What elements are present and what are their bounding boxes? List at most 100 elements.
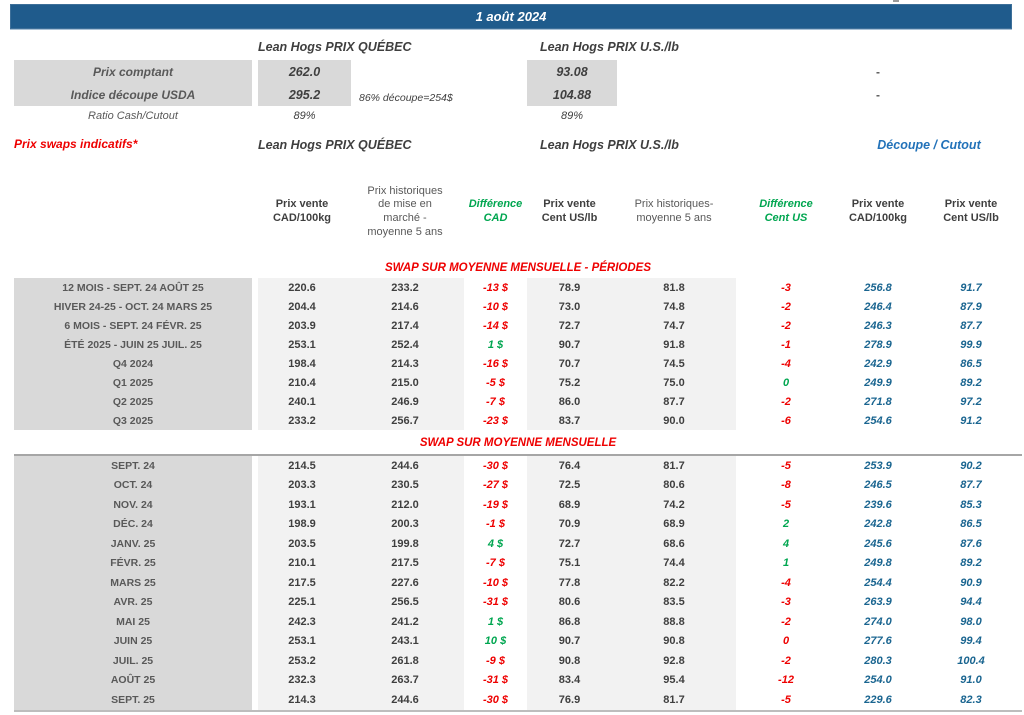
cutout-note: 86% découpe=254$ — [359, 91, 453, 104]
diff-us-cell: -3 — [781, 281, 791, 294]
cutout-us-cell: 89.2 — [960, 376, 982, 389]
us-price-header: Lean Hogs PRIX U.S./lb — [540, 40, 679, 54]
cad-price-cell: 203.5 — [258, 534, 346, 554]
cutout-us-cell: 91.7 — [960, 281, 982, 294]
report-date: 1 août 2024 — [475, 9, 547, 24]
cad-price-cell: 203.3 — [258, 475, 346, 495]
cutout-us-cell: 87.7 — [960, 319, 982, 332]
cad-price-cell: 225.1 — [258, 592, 346, 612]
swap-row-label: JANV. 25 — [14, 534, 252, 554]
swap-row-label: HIVER 24-25 - OCT. 24 MARS 25 — [14, 297, 252, 316]
cad-historical-cell: 263.7 — [346, 670, 464, 690]
cad-price-cell: 233.2 — [258, 411, 346, 430]
cutout-us-cell: 94.4 — [960, 596, 982, 609]
swap-row: Q4 2024 198.4 214.3 -16 $ 70.7 74.5 -4 242.9 86.… — [14, 354, 1022, 373]
swap-row: AOÛT 25 232.3 263.7 -31 $ 83.4 95.4 -12 254.0 91… — [14, 670, 1022, 690]
cad-price-cell: 193.1 — [258, 495, 346, 515]
spot-row: Indice découpe USDA 295.2 86% découpe=254$… — [14, 83, 1022, 106]
swaps-quebec-header: Lean Hogs PRIX QUÉBEC — [258, 138, 412, 152]
swap-row: DÉC. 24 198.9 200.3 -1 $ 70.9 68.9 2 242.8 86.5 — [14, 514, 1022, 534]
diff-cad-cell: -14 $ — [482, 319, 509, 332]
us-value: 89% — [560, 110, 584, 122]
swap-row: Q3 2025 233.2 256.7 -23 $ 83.7 90.0 -6 254.6 91.… — [14, 411, 1022, 430]
swap-row-label: MARS 25 — [14, 573, 252, 593]
swap-row-label: Q4 2024 — [14, 354, 252, 373]
us-historical-cell: 88.8 — [612, 612, 736, 632]
us-historical-cell: 80.6 — [612, 475, 736, 495]
swap-row-label: Q1 2025 — [14, 373, 252, 392]
column-header: Prix vente Cent US/lb — [541, 198, 598, 224]
diff-us-cell: -5 — [781, 498, 791, 511]
cutout-us-cell: 90.9 — [960, 576, 982, 589]
cad-historical-cell: 217.5 — [346, 553, 464, 573]
cutout-cad-cell: 254.6 — [864, 414, 892, 427]
cutout-cad-cell: 254.4 — [864, 576, 892, 589]
cutout-header: Découpe / Cutout — [877, 138, 981, 152]
price-report-page: 1 août 2024 Lean Hogs PRIX QUÉBEC Lean H… — [0, 0, 1024, 715]
diff-cad-cell: 1 $ — [487, 338, 504, 351]
diff-us-cell: -4 — [781, 357, 791, 370]
swap-row-label: 6 MOIS - SEPT. 24 FÉVR. 25 — [14, 316, 252, 335]
us-price-cell: 90.8 — [527, 651, 612, 671]
cad-price-cell: 220.6 — [258, 278, 346, 297]
column-header: Prix vente Cent US/lb — [943, 198, 999, 224]
cad-historical-cell: 256.5 — [346, 592, 464, 612]
us-historical-cell: 90.8 — [612, 631, 736, 651]
cutout-cad-cell: 246.5 — [864, 479, 892, 492]
cutout-us-cell: 86.5 — [960, 518, 982, 531]
cutout-cad-cell: 280.3 — [864, 654, 892, 667]
us-price-cell: 80.6 — [527, 592, 612, 612]
diff-us-cell: 1 — [782, 557, 790, 570]
us-price-cell: 83.7 — [527, 411, 612, 430]
us-historical-cell: 90.0 — [612, 411, 736, 430]
diff-cad-cell: -19 $ — [482, 498, 509, 511]
cutout-us-cell: 85.3 — [960, 498, 982, 511]
us-historical-cell: 81.8 — [612, 278, 736, 297]
cutout-cad-cell: 253.9 — [864, 459, 892, 472]
diff-cad-cell: -13 $ — [482, 281, 509, 294]
cad-price-cell: 253.1 — [258, 631, 346, 651]
cad-price-cell: 203.9 — [258, 316, 346, 335]
cad-historical-cell: 230.5 — [346, 475, 464, 495]
diff-cad-cell: -30 $ — [482, 459, 509, 472]
swap-row-label: Q3 2025 — [14, 411, 252, 430]
cad-price-cell: 232.3 — [258, 670, 346, 690]
us-price-cell: 73.0 — [527, 297, 612, 316]
cutout-us-cell: 99.9 — [960, 338, 982, 351]
us-historical-cell: 74.7 — [612, 316, 736, 335]
swap-row-label: SEPT. 24 — [14, 456, 252, 476]
spot-price-table: Prix comptant 262.0 93.08- Indice découpe U… — [14, 60, 1022, 126]
diff-cad-cell: -27 $ — [482, 479, 509, 492]
cutout-us-cell: 98.0 — [960, 615, 982, 628]
cutout-cad-cell: 254.0 — [864, 674, 892, 687]
quebec-price-header: Lean Hogs PRIX QUÉBEC — [258, 40, 412, 54]
diff-us-cell: -12 — [778, 674, 794, 687]
us-price-cell: 86.0 — [527, 392, 612, 411]
diff-cad-cell: -31 $ — [482, 596, 509, 609]
us-historical-cell: 74.4 — [612, 553, 736, 573]
cutout-note — [359, 69, 527, 75]
us-price-cell: 76.9 — [527, 690, 612, 710]
cad-historical-cell: 241.2 — [346, 612, 464, 632]
us-price-cell: 76.4 — [527, 456, 612, 476]
diff-us-cell: -2 — [781, 615, 791, 628]
section-rows: 12 MOIS - SEPT. 24 AOÛT 25 220.6 233.2 -13 … — [14, 278, 1022, 430]
cad-price-cell: 217.5 — [258, 573, 346, 593]
swap-row: JUIN 25 253.1 243.1 10 $ 90.7 90.8 0 277.6 99.4 — [14, 631, 1022, 651]
swap-row: FÉVR. 25 210.1 217.5 -7 $ 75.1 74.4 1 249.8 89.2 — [14, 553, 1022, 573]
cutout-cad-cell: 229.6 — [864, 693, 892, 706]
cad-price-cell: 198.4 — [258, 354, 346, 373]
diff-cad-cell: -1 $ — [486, 518, 505, 531]
diff-us-cell: -2 — [781, 300, 791, 313]
column-headers-row: Prix vente CAD/100kg Prix historiques de … — [14, 170, 1022, 254]
swap-row: SEPT. 25 214.3 244.6 -30 $ 76.9 81.7 -5 229.6 82… — [14, 690, 1022, 710]
diff-us-cell: -1 — [781, 338, 791, 351]
swap-row: HIVER 24-25 - OCT. 24 MARS 25 204.4 214.6 -… — [14, 297, 1022, 316]
cutout-cad-cell: 242.8 — [864, 518, 892, 531]
cutout-us-cell: 97.2 — [960, 395, 982, 408]
diff-us-cell: -8 — [781, 479, 791, 492]
us-price-cell: 70.7 — [527, 354, 612, 373]
diff-cad-cell: -7 $ — [486, 557, 505, 570]
cad-historical-cell: 244.6 — [346, 456, 464, 476]
spot-row: Ratio Cash/Cutout 89% 89% — [14, 106, 1022, 126]
